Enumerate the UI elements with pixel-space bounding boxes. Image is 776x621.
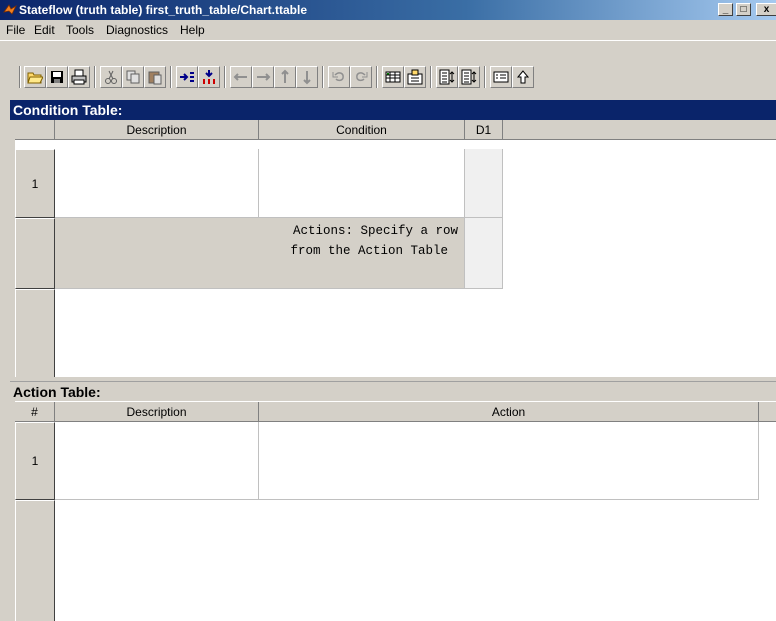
close-button[interactable]: x (756, 3, 776, 16)
action-col-description[interactable]: Description (55, 402, 259, 422)
move-right-icon[interactable] (252, 66, 274, 88)
toolbar-separator (376, 66, 378, 88)
paste-icon[interactable] (144, 66, 166, 88)
action-col-action[interactable]: Action (259, 402, 759, 422)
align-right-icon[interactable] (458, 66, 480, 88)
action-col-number: # (15, 402, 55, 422)
action-row1-description[interactable] (55, 422, 259, 500)
properties-icon[interactable] (490, 66, 512, 88)
minimize-button[interactable]: _ (718, 3, 733, 16)
menu-file[interactable]: File (6, 23, 25, 37)
actions-row-d1[interactable] (465, 218, 503, 289)
insert-row-icon[interactable] (176, 66, 198, 88)
open-icon[interactable] (24, 66, 46, 88)
pane-divider[interactable] (10, 377, 776, 381)
condition-row1-condition[interactable] (259, 149, 465, 218)
condition-empty-row-header (15, 289, 55, 377)
action-empty-row-header (15, 500, 55, 621)
title-bar: Stateflow (truth table) first_truth_tabl… (0, 0, 776, 20)
actions-row-label-cell: Actions: Specify a row from the Action T… (55, 218, 465, 289)
condition-row-header-1[interactable]: 1 (15, 149, 55, 218)
window-title: Stateflow (truth table) first_truth_tabl… (19, 3, 308, 17)
toolbar-separator (170, 66, 172, 88)
toolbar-separator (19, 66, 21, 88)
condition-header-filler (503, 120, 776, 140)
condition-row1-d1[interactable] (465, 149, 503, 218)
condition-col-condition[interactable]: Condition (259, 120, 465, 140)
up-icon[interactable] (512, 66, 534, 88)
action-table-header: Action Table: (10, 381, 776, 401)
menu-edit[interactable]: Edit (34, 23, 55, 37)
toolbar-separator (484, 66, 486, 88)
truth-table-window: Stateflow (truth table) first_truth_tabl… (0, 0, 776, 621)
redo-icon[interactable] (350, 66, 372, 88)
menu-tools[interactable]: Tools (66, 23, 94, 37)
action-row-header-1[interactable]: 1 (15, 422, 55, 500)
model-explorer-icon[interactable] (404, 66, 426, 88)
edit-data-icon[interactable] (382, 66, 404, 88)
stateflow-logo-icon (3, 4, 17, 15)
condition-corner-cell (15, 120, 55, 140)
actions-note-line1: Actions: Specify a row (292, 224, 458, 238)
action-row1-action[interactable] (259, 422, 759, 500)
toolbar-separator (94, 66, 96, 88)
menu-bar: File Edit Tools Diagnostics Help (0, 20, 776, 40)
action-header-filler (759, 402, 776, 422)
move-down-icon[interactable] (296, 66, 318, 88)
condition-table-header: Condition Table: (10, 100, 776, 120)
condition-row1-description[interactable] (55, 149, 259, 218)
menu-diagnostics[interactable]: Diagnostics (106, 23, 168, 37)
menu-help[interactable]: Help (180, 23, 205, 37)
print-icon[interactable] (68, 66, 90, 88)
move-up-icon[interactable] (274, 66, 296, 88)
copy-icon[interactable] (122, 66, 144, 88)
toolbar-separator (322, 66, 324, 88)
actions-note-line2: from the Action Table (290, 244, 448, 258)
maximize-button[interactable]: □ (736, 3, 751, 16)
toolbar-separator (224, 66, 226, 88)
toolbar-separator (430, 66, 432, 88)
cut-icon[interactable] (100, 66, 122, 88)
actions-row-header[interactable] (15, 218, 55, 289)
save-icon[interactable] (46, 66, 68, 88)
move-left-icon[interactable] (230, 66, 252, 88)
condition-col-description[interactable]: Description (55, 120, 259, 140)
undo-icon[interactable] (328, 66, 350, 88)
condition-col-d1[interactable]: D1 (465, 120, 503, 140)
align-left-icon[interactable] (436, 66, 458, 88)
insert-column-icon[interactable] (198, 66, 220, 88)
